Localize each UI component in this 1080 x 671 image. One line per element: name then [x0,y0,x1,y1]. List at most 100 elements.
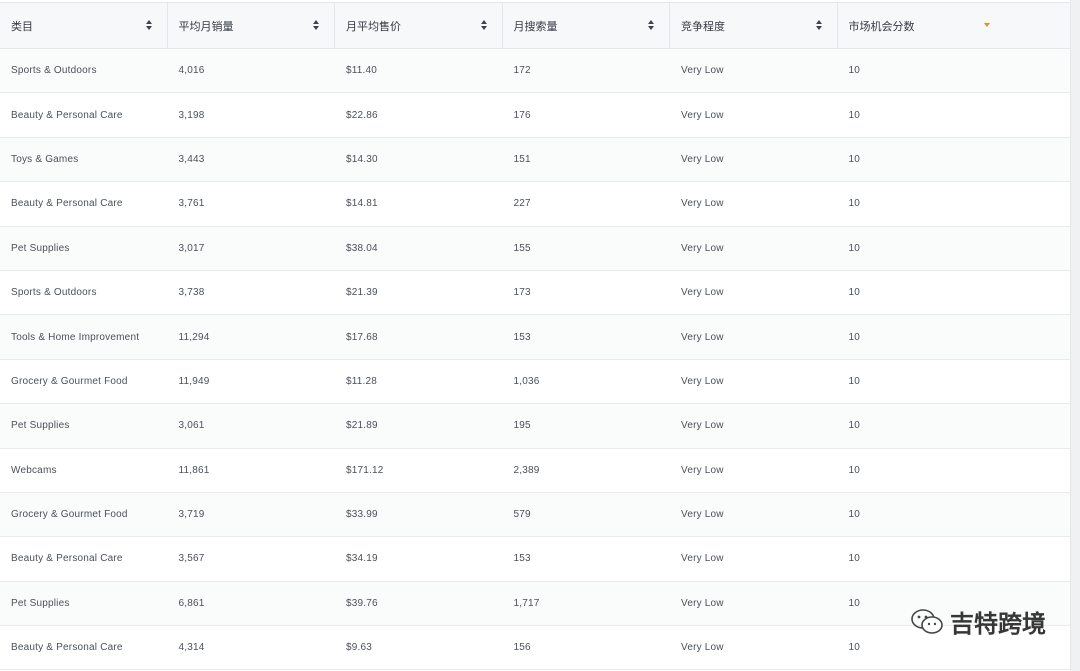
cell-avg-monthly-price: $33.99 [346,509,378,521]
table-row[interactable]: Grocery & Gourmet Food 11,949 $11.28 1,036 V… [0,359,1071,405]
cell-monthly-search-volume: 176 [513,109,531,121]
cell-category: Grocery & Gourmet Food [11,375,128,387]
column-header-label: 月搜索量 [513,20,558,33]
cell-market-opportunity-score: 10 [848,553,861,565]
cell-monthly-search-volume: 172 [513,65,531,77]
cell-avg-monthly-sales: 3,761 [178,198,205,210]
cell-market-opportunity-score: 10 [848,464,861,476]
wechat-icon [910,607,944,637]
table-row[interactable]: Webcams 11,861 $171.12 2,389 Very Low 10 [0,448,1071,493]
cell-market-opportunity-score: 10 [848,375,861,387]
cell-category: Pet Supplies [11,420,70,432]
table-header: 类目 平均月销量 月平均售价 月搜索量 竞争程度 市场机会分数 [0,3,1071,49]
vertical-scrollbar[interactable] [1070,0,1080,671]
cell-avg-monthly-sales: 11,949 [178,375,210,387]
cell-competition-level: Very Low [681,375,724,387]
cell-avg-monthly-price: $34.19 [346,553,378,565]
column-header-competition-level[interactable]: 竞争程度 [670,3,838,48]
cell-category: Beauty & Personal Care [11,553,123,565]
sort-both-icon[interactable] [145,19,153,31]
cell-monthly-search-volume: 156 [513,642,531,654]
cell-avg-monthly-sales: 6,861 [178,597,205,609]
table-body: Sports & Outdoors 4,016 $11.40 172 Very Low 1… [0,49,1071,671]
cell-category: Grocery & Gourmet Food [11,509,128,521]
column-header-category[interactable]: 类目 [0,3,168,48]
cell-market-opportunity-score: 10 [848,287,861,299]
cell-monthly-search-volume: 227 [513,198,531,210]
cell-market-opportunity-score: 10 [848,331,861,343]
cell-category: Tools & Home Improvement [11,331,140,343]
cell-market-opportunity-score: 10 [848,242,861,254]
screen: 类目 平均月销量 月平均售价 月搜索量 竞争程度 市场机会分数 Sports & Outd… [0,0,1080,671]
cell-avg-monthly-sales: 4,016 [178,65,205,77]
cell-avg-monthly-sales: 3,567 [178,553,205,565]
cell-avg-monthly-sales: 3,017 [178,242,205,254]
sort-desc-icon[interactable] [983,19,991,31]
table-row[interactable]: Toys & Games 3,443 $14.30 151 Very Low 10 [0,137,1071,183]
cell-avg-monthly-price: $171.12 [346,464,384,476]
cell-market-opportunity-score: 10 [848,198,861,210]
cell-competition-level: Very Low [681,331,724,343]
cell-avg-monthly-sales: 11,294 [178,331,210,343]
cell-monthly-search-volume: 151 [513,153,531,165]
cell-competition-level: Very Low [681,509,724,521]
table-row[interactable]: Sports & Outdoors 3,738 $21.39 173 Very Low 1… [0,270,1071,316]
cell-monthly-search-volume: 153 [513,553,531,565]
sort-both-icon[interactable] [312,19,320,31]
cell-avg-monthly-sales: 11,861 [178,464,210,476]
table-row[interactable]: Beauty & Personal Care 3,761 $14.81 227 Very… [0,182,1071,227]
table-row[interactable]: Pet Supplies 3,017 $38.04 155 Very Low 10 [0,226,1071,271]
cell-monthly-search-volume: 579 [513,509,531,521]
cell-market-opportunity-score: 10 [848,109,861,121]
column-header-monthly-search-volume[interactable]: 月搜索量 [503,3,670,48]
table-row[interactable]: Tools & Home Improvement 11,294 $17.68 153 V… [0,315,1071,360]
column-header-avg-monthly-price[interactable]: 月平均售价 [335,3,503,48]
cell-avg-monthly-price: $14.81 [346,198,378,210]
cell-monthly-search-volume: 195 [513,420,531,432]
cell-category: Pet Supplies [11,597,70,609]
column-header-label: 市场机会分数 [848,20,915,33]
cell-category: Sports & Outdoors [11,65,97,77]
cell-category: Beauty & Personal Care [11,642,123,654]
cell-avg-monthly-price: $22.86 [346,109,378,121]
cell-category: Sports & Outdoors [11,287,97,299]
cell-monthly-search-volume: 1,717 [513,597,540,609]
watermark-text: 吉特跨境 [950,611,1046,638]
cell-category: Beauty & Personal Care [11,109,123,121]
column-header-market-opportunity-score[interactable]: 市场机会分数 [838,3,1006,48]
cell-competition-level: Very Low [681,153,724,165]
cell-avg-monthly-sales: 3,198 [178,109,205,121]
sort-both-icon[interactable] [815,19,823,31]
cell-competition-level: Very Low [681,242,724,254]
cell-competition-level: Very Low [681,597,724,609]
cell-market-opportunity-score: 10 [848,65,861,77]
cell-avg-monthly-price: $11.40 [346,65,378,77]
table-row[interactable]: Beauty & Personal Care 3,567 $34.19 153 Very… [0,537,1071,582]
table-row[interactable]: Beauty & Personal Care 3,198 $22.86 176 Very… [0,93,1071,138]
cell-competition-level: Very Low [681,553,724,565]
cell-monthly-search-volume: 2,389 [513,464,540,476]
cell-competition-level: Very Low [681,198,724,210]
cell-avg-monthly-sales: 3,719 [178,509,205,521]
cell-avg-monthly-sales: 4,314 [178,642,205,654]
cell-competition-level: Very Low [681,642,724,654]
sort-both-icon[interactable] [647,19,655,31]
cell-category: Toys & Games [11,153,79,165]
cell-monthly-search-volume: 153 [513,331,531,343]
table-row[interactable]: Pet Supplies 3,061 $21.89 195 Very Low 10 [0,404,1071,449]
cell-avg-monthly-price: $14.30 [346,153,378,165]
cell-market-opportunity-score: 10 [848,420,861,432]
table-row[interactable]: Grocery & Gourmet Food 3,719 $33.99 579 Very… [0,492,1071,538]
cell-category: Beauty & Personal Care [11,198,123,210]
table-row[interactable]: Sports & Outdoors 4,016 $11.40 172 Very Low 1… [0,49,1071,94]
column-header-avg-monthly-sales[interactable]: 平均月销量 [168,3,335,48]
cell-market-opportunity-score: 10 [848,509,861,521]
cell-avg-monthly-sales: 3,443 [178,153,205,165]
column-header-label: 平均月销量 [178,20,234,33]
cell-competition-level: Very Low [681,287,724,299]
cell-avg-monthly-sales: 3,061 [178,420,205,432]
sort-both-icon[interactable] [480,19,488,31]
column-header-label: 月平均售价 [346,20,401,33]
cell-avg-monthly-price: $38.04 [346,242,378,254]
cell-monthly-search-volume: 173 [513,287,531,299]
